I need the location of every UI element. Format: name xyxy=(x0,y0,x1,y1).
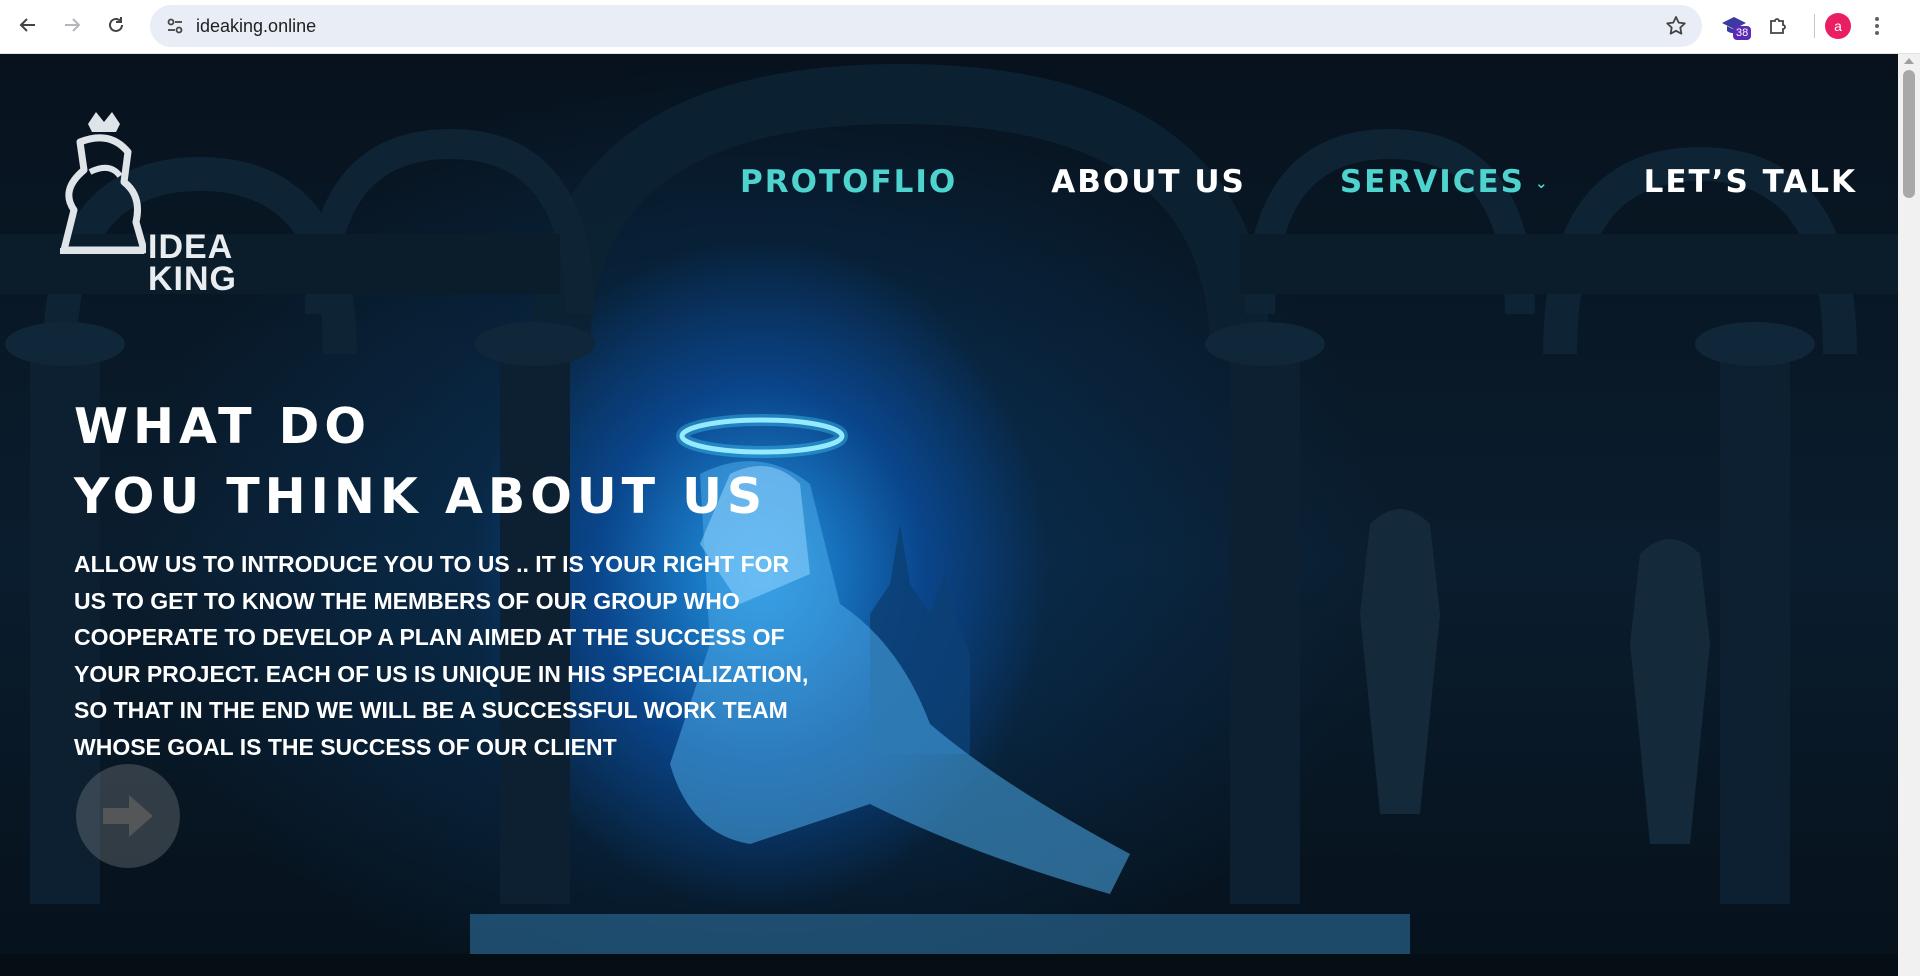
browser-toolbar: ideaking.online 38 a xyxy=(0,0,1920,54)
star-icon[interactable] xyxy=(1664,14,1688,38)
site-logo[interactable]: IDEA KING xyxy=(56,102,246,296)
scroll-up-arrow[interactable] xyxy=(1904,58,1914,64)
tune-icon[interactable] xyxy=(164,15,186,37)
address-bar[interactable]: ideaking.online xyxy=(150,5,1702,47)
reload-button[interactable] xyxy=(98,7,134,43)
hero-title-line-1: WHAT DO xyxy=(74,398,371,455)
nav-item-services-label: SERVICES xyxy=(1339,164,1526,200)
scroll-thumb[interactable] xyxy=(1903,70,1915,198)
kebab-icon[interactable] xyxy=(1865,14,1889,38)
arrow-right-icon xyxy=(65,18,81,32)
page-scrollbar[interactable] xyxy=(1898,54,1920,976)
profile-avatar[interactable]: a xyxy=(1825,13,1851,39)
nav-item-about-us[interactable]: ABOUT US xyxy=(1051,164,1246,200)
hero-description: ALLOW US TO INTRODUCE YOU TO US .. IT IS… xyxy=(74,551,809,760)
url-text[interactable]: ideaking.online xyxy=(196,16,316,37)
logo-text-idea: IDEA xyxy=(148,228,234,266)
logo-text-king: KING xyxy=(148,260,237,298)
arrow-right-icon xyxy=(103,795,153,837)
main-navigation: PROTOFLIO ABOUT US SERVICES ⌄ LET’S TALK xyxy=(740,164,1857,200)
nav-item-portfolio[interactable]: PROTOFLIO xyxy=(740,164,957,200)
knight-crown-logo-icon xyxy=(60,112,146,254)
extension-button[interactable]: 38 xyxy=(1716,8,1752,44)
forward-button[interactable] xyxy=(54,7,90,43)
hero-title: WHAT DO YOU THINK ABOUT US xyxy=(74,392,767,532)
extensions-menu-button[interactable] xyxy=(1760,8,1796,44)
puzzle-icon xyxy=(1770,18,1786,34)
extension-badge: 38 xyxy=(1733,26,1752,40)
back-button[interactable] xyxy=(10,7,46,43)
arrow-left-icon xyxy=(19,18,35,32)
next-slide-button[interactable] xyxy=(76,764,180,868)
reload-icon xyxy=(109,17,123,32)
hero-title-line-2: YOU THINK ABOUT US xyxy=(74,468,768,525)
nav-item-lets-talk[interactable]: LET’S TALK xyxy=(1644,164,1857,200)
chevron-down-icon: ⌄ xyxy=(1535,174,1550,192)
nav-item-services[interactable]: SERVICES ⌄ xyxy=(1340,164,1550,200)
toolbar-divider xyxy=(1814,14,1815,38)
